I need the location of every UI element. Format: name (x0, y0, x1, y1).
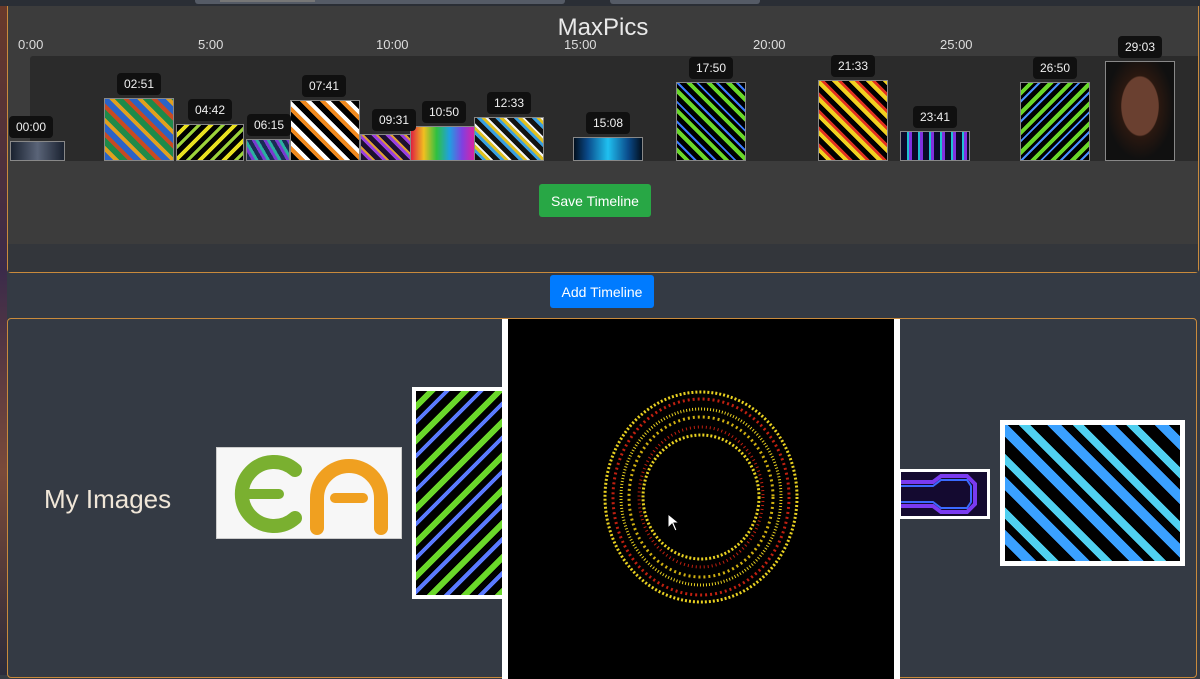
time-badge: 26:50 (1033, 57, 1078, 79)
timeline-thumb-green-chevron-2[interactable] (1020, 82, 1090, 161)
time-badge: 07:41 (302, 75, 347, 97)
time-badge: 17:50 (689, 57, 734, 79)
time-badge: 00:00 (9, 116, 54, 138)
time-badge: 02:51 (117, 73, 162, 95)
gallery-image-green-stripes[interactable] (412, 387, 508, 599)
timeline-thumb-avengers[interactable] (10, 141, 65, 161)
timeline-thumb-chevron[interactable] (176, 124, 244, 161)
timeline-thumb-teal-purple[interactable] (900, 131, 970, 161)
timeline-thumb-rainbow[interactable] (410, 126, 476, 161)
time-badge: 04:42 (188, 99, 233, 121)
spirograph-ring-image (508, 319, 894, 679)
ruler-label: 10:00 (376, 37, 409, 52)
time-badge: 12:33 (487, 92, 532, 114)
time-badge: 21:33 (831, 55, 876, 77)
gallery-title: My Images (44, 484, 172, 514)
timeline-thumb-blue-line[interactable] (573, 137, 643, 161)
add-timeline-button[interactable]: Add Timeline (550, 275, 654, 308)
timeline-thumb-red-yellow[interactable] (818, 80, 888, 161)
green-pattern-image (416, 391, 504, 595)
time-badge: 10:50 (422, 101, 467, 123)
gallery-image-blue-x[interactable] (1000, 420, 1185, 566)
ea-logo-icon (217, 448, 401, 538)
save-timeline-button[interactable]: Save Timeline (539, 184, 651, 217)
time-badge: 06:15 (247, 114, 292, 136)
app-title: MaxPics (557, 14, 649, 41)
toolbar-segment (610, 0, 760, 4)
gallery-image-neon-shape[interactable] (898, 469, 990, 519)
gallery-image-ea-logo[interactable] (216, 447, 402, 539)
timeline-thumb-green-chevron[interactable] (676, 82, 746, 161)
ruler-label: 5:00 (198, 37, 224, 52)
gallery-panel: My Images (7, 318, 1197, 679)
timeline-thumb-orange-x[interactable] (290, 100, 360, 161)
timeline-panel: MaxPics 0:00 5:00 10:00 15:00 20:00 25:0… (7, 6, 1199, 273)
ruler-label: 25:00 (940, 37, 973, 52)
time-badge: 23:41 (913, 106, 958, 128)
time-badge: 29:03 (1118, 36, 1163, 58)
neon-shape-image (901, 472, 987, 516)
background-left-edge (0, 0, 7, 675)
gallery-image-featured-ring[interactable] (502, 319, 900, 679)
ruler-label: 15:00 (564, 37, 597, 52)
timeline-thumb-diamond[interactable] (474, 117, 544, 161)
timeline-thumb-portrait[interactable] (1105, 61, 1175, 161)
toolbar-segment-highlight (220, 0, 315, 2)
ruler-label: 0:00 (18, 37, 44, 52)
timeline-thumb-purple[interactable] (360, 134, 412, 161)
timeline-footer (8, 244, 1198, 272)
timeline-thumb-weave[interactable] (104, 98, 174, 161)
blue-x-pattern-image (1005, 425, 1180, 561)
time-badge: 09:31 (372, 109, 417, 131)
ruler-label: 20:00 (753, 37, 786, 52)
time-badge: 15:08 (586, 112, 631, 134)
timeline-thumb-cube[interactable] (246, 139, 290, 161)
